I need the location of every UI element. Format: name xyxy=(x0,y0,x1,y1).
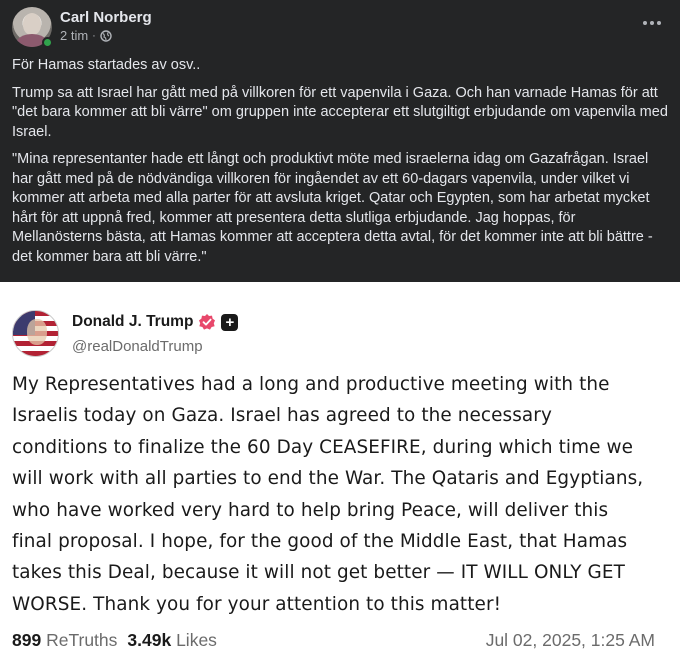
truth-text-line: conditions to finalize the 60 Day CEASEF… xyxy=(12,436,634,458)
facebook-post: Carl Norberg 2 tim · För Hamas startades… xyxy=(0,0,680,282)
globe-icon[interactable] xyxy=(100,29,112,42)
post-paragraph: För Hamas startades av osv.. xyxy=(12,57,201,73)
plus-badge-icon: + xyxy=(221,313,239,331)
truth-text-line: takes this Deal, because it will not get… xyxy=(12,562,625,584)
truth-timestamp: Jul 02, 2025, 1:25 AM xyxy=(485,630,655,650)
likes-label: Likes xyxy=(176,630,217,650)
retruths-count: 899 xyxy=(12,630,42,650)
meta-separator: · xyxy=(92,29,96,42)
post-time[interactable]: 2 tim xyxy=(60,28,88,43)
likes-count: 3.49k xyxy=(127,630,172,650)
retruths-label: ReTruths xyxy=(46,630,118,650)
truth-author-avatar xyxy=(12,310,59,357)
truth-text-line: WORSE. Thank you for your attention to t… xyxy=(12,593,502,615)
truth-text-line: will work with all parties to end the Wa… xyxy=(12,468,644,490)
truth-text-line: final proposal. I hope, for the good of … xyxy=(12,531,628,553)
truth-text-line: My Representatives had a long and produc… xyxy=(12,374,610,395)
truth-social-screenshot: Donald J. Trump + @realDonaldTrump My Re… xyxy=(0,282,680,655)
truth-text-line: who have worked very hard to help bring … xyxy=(12,499,609,521)
post-paragraph: "Mina representanter hade ett långt och … xyxy=(12,151,653,265)
post-paragraph: Trump sa att Israel har gått med på vill… xyxy=(12,84,668,140)
post-header: Carl Norberg 2 tim · xyxy=(12,7,668,48)
online-status-indicator xyxy=(42,37,53,48)
truth-text-line: Israelis today on Gaza. Israel has agree… xyxy=(12,405,552,427)
more-options-icon[interactable] xyxy=(640,15,664,31)
verified-badge-icon xyxy=(198,313,216,331)
truth-stats: 899 ReTruths 3.49k Likes xyxy=(12,630,217,651)
post-body: För Hamas startades av osv.. Trump sa at… xyxy=(12,56,668,275)
truth-post-text: My Representatives had a long and produc… xyxy=(12,369,672,620)
author-name[interactable]: Carl Norberg xyxy=(60,9,152,26)
retruths-stat: 899 ReTruths xyxy=(12,630,117,651)
likes-stat: 3.49k Likes xyxy=(127,630,217,651)
post-meta: 2 tim · xyxy=(60,28,112,43)
truth-name-row: Donald J. Trump + xyxy=(72,313,239,331)
truth-display-name: Donald J. Trump xyxy=(72,313,194,330)
truth-handle: @realDonaldTrump xyxy=(72,338,203,355)
